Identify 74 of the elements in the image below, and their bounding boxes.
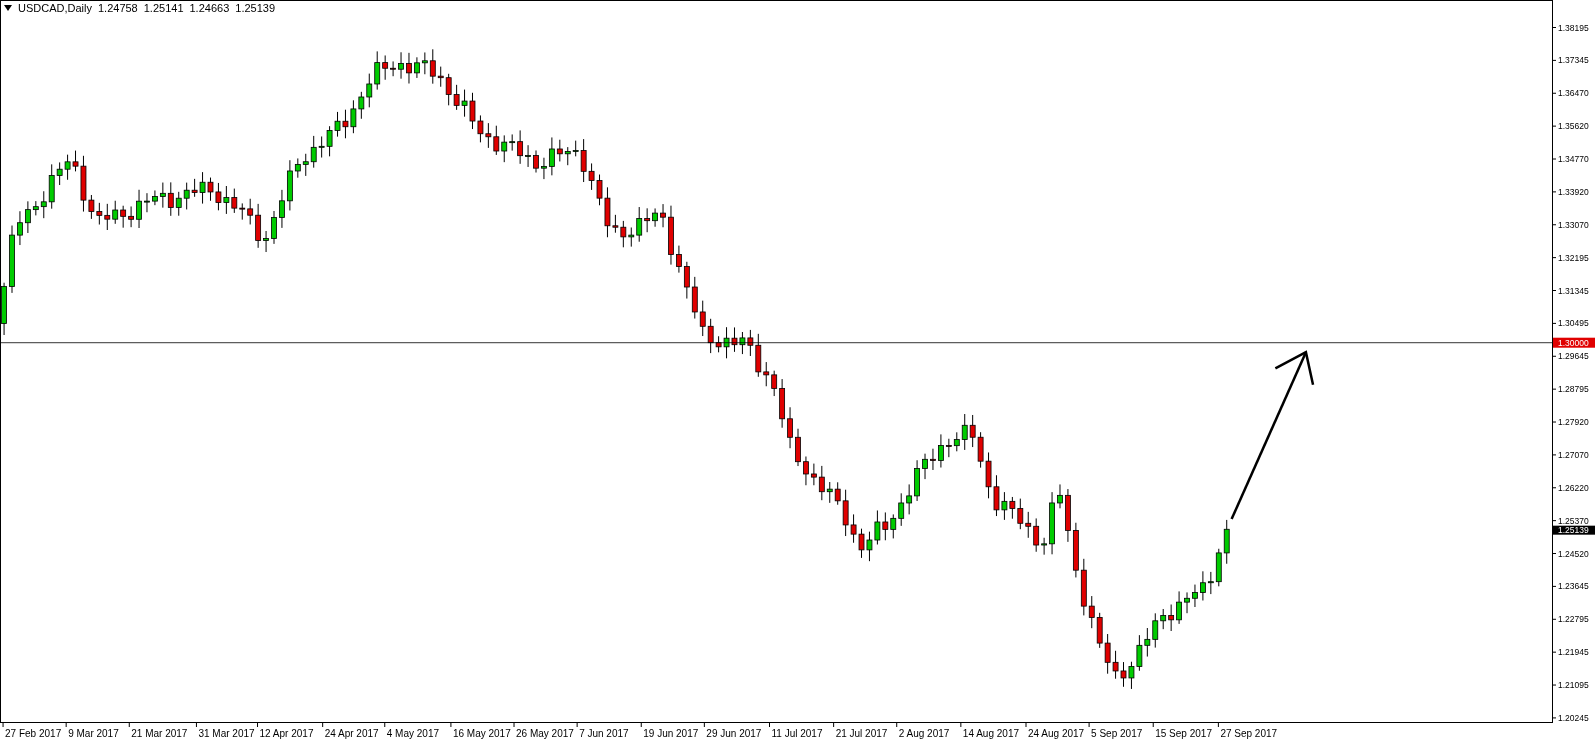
candlestick bbox=[930, 448, 936, 471]
price-label: 1.33920 bbox=[1558, 186, 1589, 197]
date-label: 14 Aug 2017 bbox=[962, 728, 1020, 739]
date-label: 27 Sep 2017 bbox=[1220, 728, 1278, 739]
date-label: 19 Jun 2017 bbox=[643, 728, 699, 739]
price-label: 1.31345 bbox=[1558, 285, 1589, 296]
price-label: 1.29645 bbox=[1558, 351, 1589, 362]
candlestick bbox=[17, 210, 23, 246]
candlestick bbox=[398, 51, 404, 80]
date-label: 12 Apr 2017 bbox=[259, 728, 314, 739]
date-label: 9 Mar 2017 bbox=[68, 728, 119, 739]
candlestick bbox=[541, 157, 547, 180]
candlestick bbox=[1192, 584, 1198, 608]
current-price-tag: 1.25139 bbox=[1553, 525, 1595, 536]
candlestick bbox=[533, 149, 539, 173]
candlestick bbox=[660, 203, 666, 228]
date-label: 27 Feb 2017 bbox=[5, 728, 62, 739]
candlestick bbox=[406, 52, 412, 84]
candlestick bbox=[136, 189, 142, 229]
candlestick bbox=[1049, 491, 1055, 555]
date-label: 29 Jun 2017 bbox=[706, 728, 762, 739]
price-label: 1.24520 bbox=[1558, 548, 1589, 559]
date-label: 31 Mar 2017 bbox=[198, 728, 255, 739]
date-label: 24 Apr 2017 bbox=[324, 728, 379, 739]
price-label: 1.25370 bbox=[1558, 515, 1589, 526]
price-label: 1.28795 bbox=[1558, 384, 1589, 395]
candlestick bbox=[144, 192, 150, 213]
price-label: 1.26220 bbox=[1558, 482, 1589, 493]
date-label: 4 May 2017 bbox=[386, 728, 439, 739]
date-label: 16 May 2017 bbox=[452, 728, 511, 739]
price-label: 1.33070 bbox=[1558, 219, 1589, 230]
price-label: 1.20245 bbox=[1558, 712, 1589, 723]
date-label: 26 May 2017 bbox=[516, 728, 574, 739]
candlestick bbox=[668, 205, 674, 266]
price-label: 1.22795 bbox=[1558, 614, 1589, 625]
candlestick bbox=[1184, 591, 1190, 614]
date-label: 2 Aug 2017 bbox=[898, 728, 950, 739]
candlestick bbox=[803, 456, 809, 486]
candlestick bbox=[1057, 483, 1063, 509]
quote-value: 1.24663 bbox=[189, 2, 230, 14]
price-label: 1.36470 bbox=[1558, 88, 1589, 99]
date-label: 7 Jun 2017 bbox=[579, 728, 629, 739]
dropdown-triangle-icon[interactable] bbox=[4, 5, 12, 11]
date-label: 21 Jul 2017 bbox=[835, 728, 888, 739]
symbol-label: USDCAD,Daily bbox=[18, 2, 92, 14]
candlestick bbox=[787, 406, 793, 449]
price-label: 1.35620 bbox=[1558, 121, 1589, 132]
price-label: 1.32195 bbox=[1558, 252, 1589, 263]
price-label: 1.37345 bbox=[1558, 55, 1589, 66]
price-label: 1.21945 bbox=[1558, 647, 1589, 658]
price-label: 1.38195 bbox=[1558, 22, 1589, 33]
candlestick bbox=[279, 189, 285, 229]
candlestick bbox=[922, 453, 928, 480]
quote-value: 1.25139 bbox=[235, 2, 276, 14]
candlestick bbox=[271, 210, 277, 245]
price-label: 1.30495 bbox=[1558, 318, 1589, 329]
date-label: 21 Mar 2017 bbox=[131, 728, 188, 739]
candlestick bbox=[1065, 488, 1071, 543]
candlestick bbox=[9, 225, 15, 294]
date-label: 15 Sep 2017 bbox=[1155, 728, 1212, 739]
date-label: 24 Aug 2017 bbox=[1028, 728, 1085, 739]
price-label: 1.27070 bbox=[1558, 449, 1589, 460]
level-price-tag: 1.30000 bbox=[1553, 337, 1595, 348]
horizontal-level-line[interactable] bbox=[0, 342, 1553, 344]
date-label: 11 Jul 2017 bbox=[771, 728, 823, 739]
candlestick bbox=[1, 282, 7, 336]
price-label: 1.34770 bbox=[1558, 154, 1589, 164]
quote-value: 1.25141 bbox=[143, 2, 184, 14]
date-label: 5 Sep 2017 bbox=[1091, 728, 1143, 739]
price-label: 1.27920 bbox=[1558, 417, 1589, 427]
price-label: 1.23645 bbox=[1558, 581, 1589, 592]
quote-value: 1.24758 bbox=[97, 2, 138, 14]
candlestick bbox=[795, 428, 801, 467]
price-label: 1.21095 bbox=[1558, 680, 1589, 691]
